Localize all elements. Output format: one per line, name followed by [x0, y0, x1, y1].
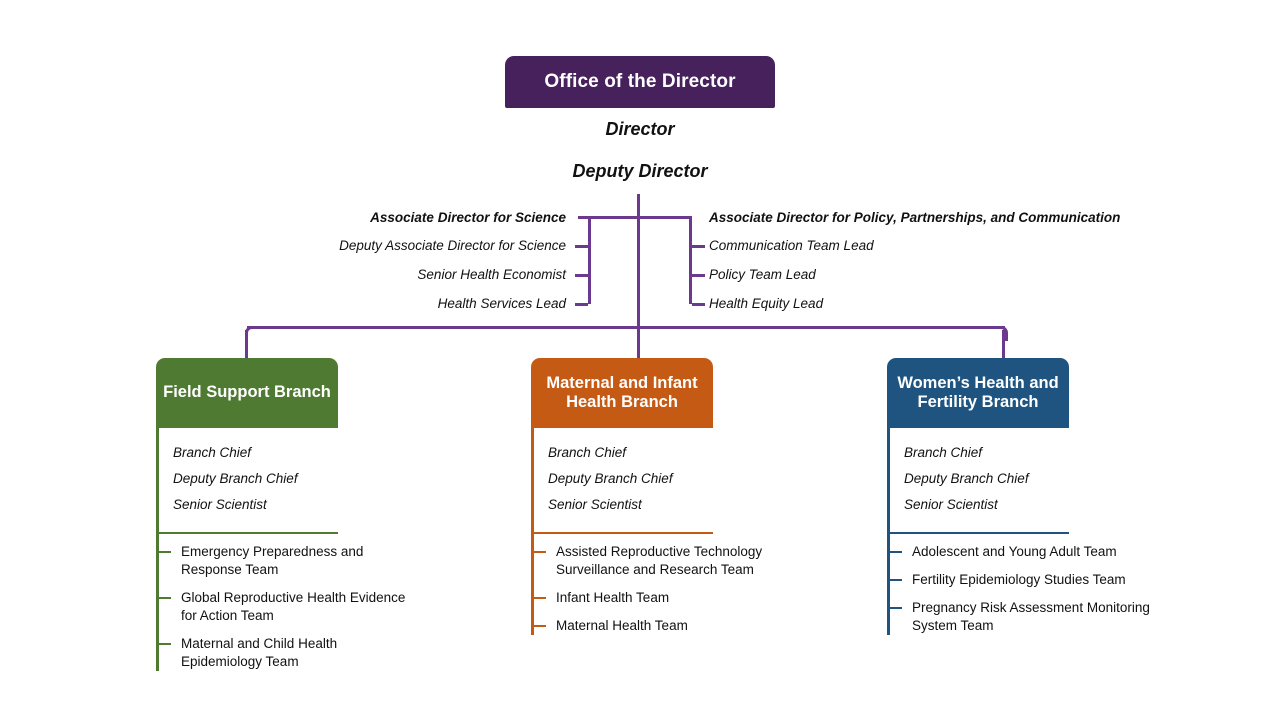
- deputy-director-label: Deputy Director: [572, 161, 708, 181]
- connector-tick: [692, 245, 705, 248]
- lead-item: Deputy Branch Chief: [548, 471, 673, 486]
- office-of-the-director-box: Office of the Director: [505, 56, 775, 108]
- bus-drop-left: [245, 330, 248, 360]
- branch-teams: Emergency Preparedness and Response Team…: [156, 534, 405, 671]
- associate-director-left-spine: [588, 216, 591, 304]
- connector-tick: [692, 274, 705, 277]
- lead-item: Senior Scientist: [548, 497, 642, 512]
- branch-teams: Assisted Reproductive Technology Surveil…: [531, 534, 762, 635]
- lead-item: Branch Chief: [548, 445, 627, 460]
- associate-director-policy-report-0: Communication Team Lead: [709, 238, 874, 253]
- director-label: Director: [605, 119, 675, 139]
- team-item: Fertility Epidemiology Studies Team: [889, 571, 1152, 589]
- lead-item: Branch Chief: [173, 445, 252, 460]
- team-item: Assisted Reproductive Technology Surveil…: [533, 543, 796, 579]
- branch-header: Maternal and Infant Health Branch: [531, 358, 713, 428]
- associate-director-policy-label: Associate Director for Policy, Partnersh…: [709, 210, 1121, 225]
- associate-director-science-label: Associate Director for Science: [370, 210, 566, 225]
- lead-item: Branch Chief: [904, 445, 983, 460]
- branch-title: Field Support Branch: [163, 383, 331, 402]
- branch-distribution-bar: [247, 326, 1005, 329]
- connector-tick: [575, 245, 588, 248]
- branch-title: Maternal and Infant Health Branch: [546, 373, 698, 411]
- team-item: Global Reproductive Health Evidence for …: [158, 589, 421, 625]
- associate-director-right-spine: [689, 216, 692, 304]
- team-item: Adolescent and Young Adult Team: [889, 543, 1152, 561]
- connector-tick: [575, 303, 588, 306]
- org-chart: Office of the Director Director Deputy D…: [0, 0, 1280, 720]
- associate-director-policy-report-2: Health Equity Lead: [709, 296, 824, 311]
- branch-leads: Branch Chief Deputy Branch Chief Senior …: [156, 428, 338, 534]
- associate-director-science-report-0: Deputy Associate Director for Science: [339, 238, 566, 253]
- branch-womens-health-fertility: Women’s Health and Fertility Branch Bran…: [887, 358, 1150, 645]
- lead-item: Senior Scientist: [173, 497, 267, 512]
- branch-field-support: Field Support Branch Branch Chief Deputy…: [156, 358, 405, 681]
- team-item: Infant Health Team: [533, 589, 796, 607]
- team-item: Emergency Preparedness and Response Team: [158, 543, 421, 579]
- lead-item: Deputy Branch Chief: [173, 471, 298, 486]
- associate-director-science-report-2: Health Services Lead: [437, 296, 566, 311]
- associate-director-science-report-1: Senior Health Economist: [417, 267, 566, 282]
- connector-tick: [575, 274, 588, 277]
- branch-title: Women’s Health and Fertility Branch: [897, 373, 1059, 411]
- branch-header: Women’s Health and Fertility Branch: [887, 358, 1069, 428]
- lead-item: Deputy Branch Chief: [904, 471, 1029, 486]
- branch-leads: Branch Chief Deputy Branch Chief Senior …: [531, 428, 713, 534]
- office-of-the-director-label: Office of the Director: [544, 70, 736, 92]
- team-item: Pregnancy Risk Assessment Monitoring Sys…: [889, 599, 1152, 635]
- branch-maternal-infant-health: Maternal and Infant Health Branch Branch…: [531, 358, 762, 645]
- bus-corner-right: [993, 326, 1008, 341]
- branch-teams: Adolescent and Young Adult Team Fertilit…: [887, 534, 1150, 635]
- branch-header: Field Support Branch: [156, 358, 338, 428]
- team-item: Maternal and Child Health Epidemiology T…: [158, 635, 421, 671]
- associate-director-bar: [578, 216, 692, 219]
- team-item: Maternal Health Team: [533, 617, 796, 635]
- lead-item: Senior Scientist: [904, 497, 998, 512]
- connector-tick: [692, 303, 705, 306]
- associate-director-policy-report-1: Policy Team Lead: [709, 267, 816, 282]
- branch-leads: Branch Chief Deputy Branch Chief Senior …: [887, 428, 1069, 534]
- bus-drop-right: [1002, 330, 1005, 360]
